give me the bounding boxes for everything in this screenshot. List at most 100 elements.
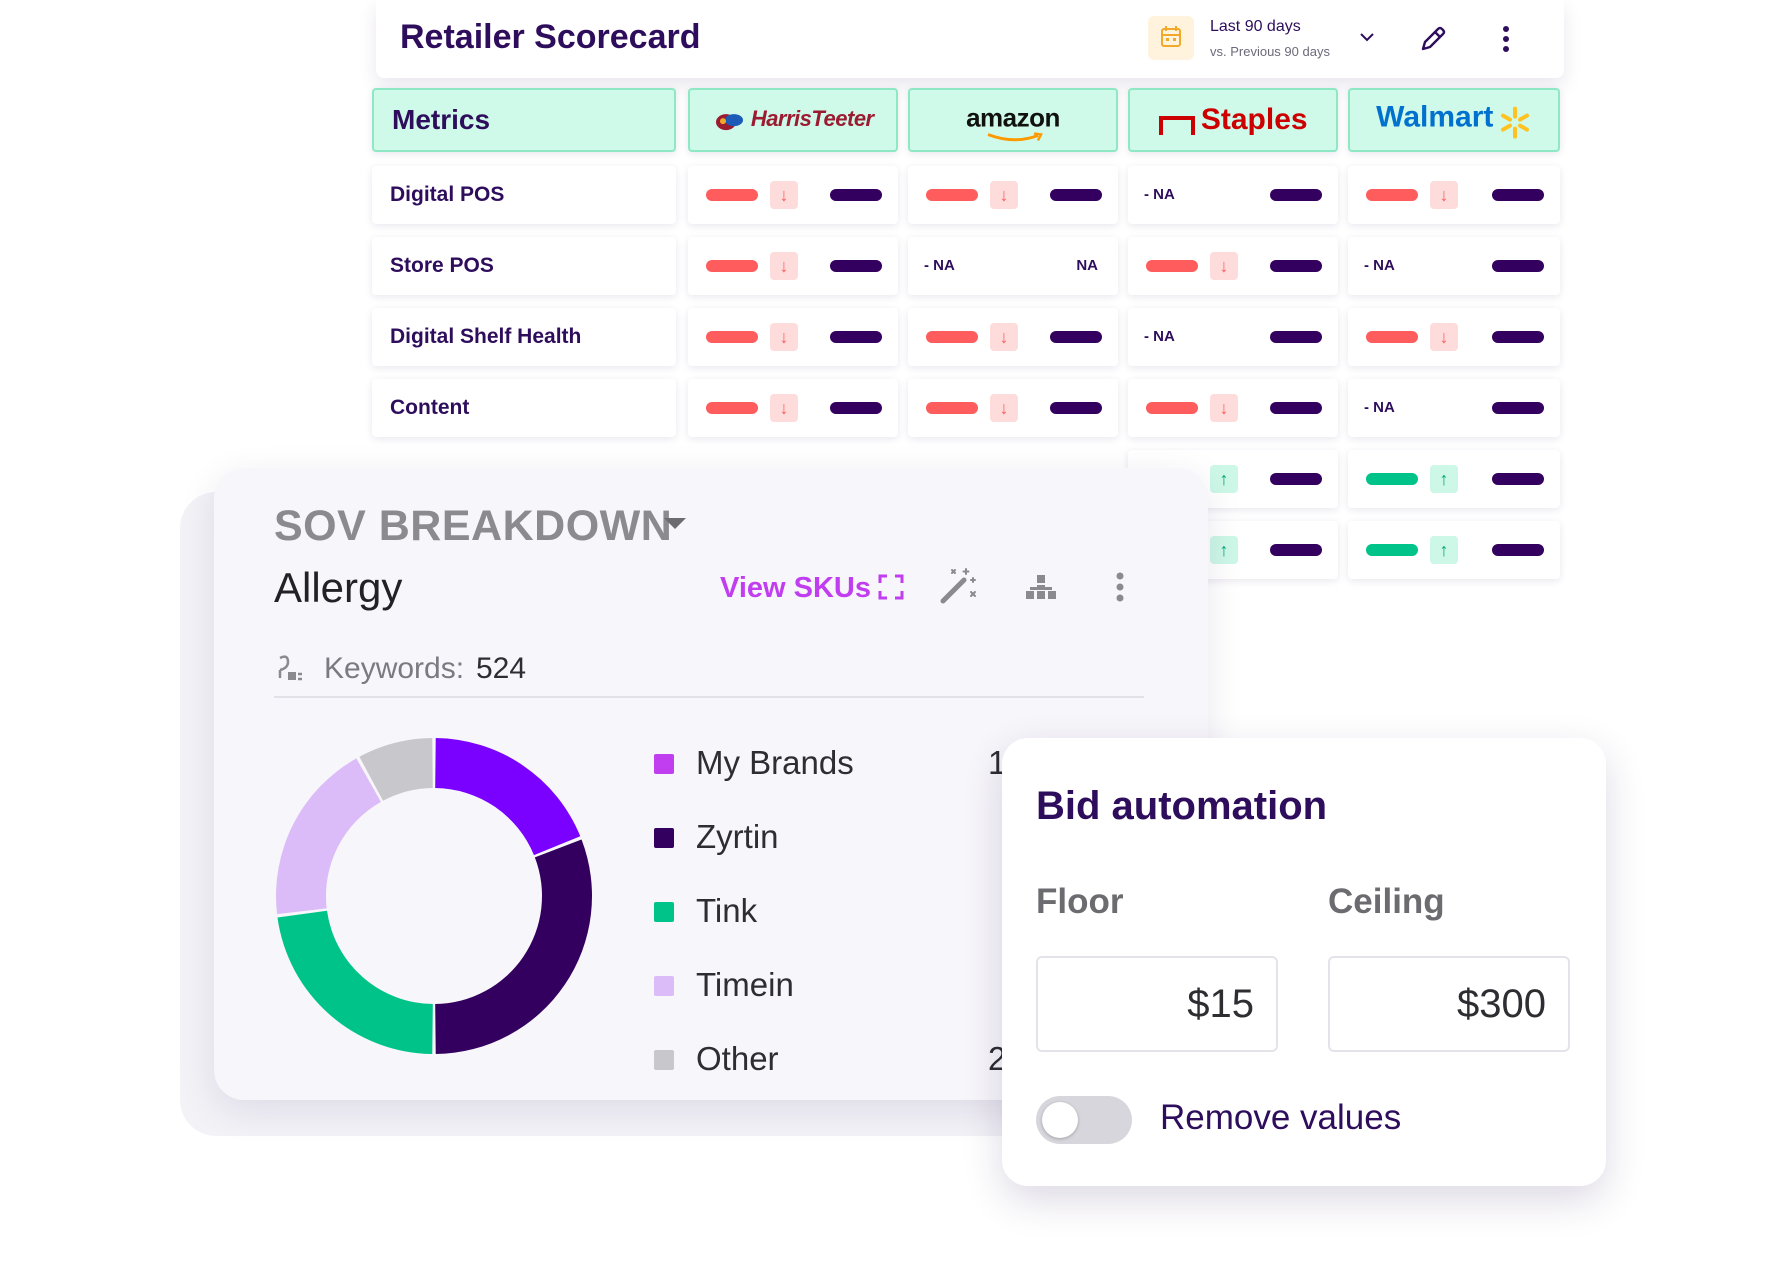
value-bar bbox=[1270, 260, 1322, 272]
date-range-comparison: vs. Previous 90 days bbox=[1210, 44, 1330, 59]
retailer-header-amazon[interactable]: amazon bbox=[908, 88, 1118, 152]
keywords-icon bbox=[274, 652, 306, 684]
metric-row-label[interactable]: Digital Shelf Health bbox=[372, 308, 676, 366]
keywords-label: Keywords: bbox=[324, 652, 465, 685]
trend-bar bbox=[926, 331, 978, 343]
score-cell[interactable]: - NA bbox=[1348, 379, 1560, 437]
more-vertical-icon[interactable] bbox=[1498, 22, 1514, 56]
remove-values-toggle[interactable] bbox=[1036, 1096, 1132, 1144]
trend-bar bbox=[706, 189, 758, 201]
score-cell[interactable]: ↓ bbox=[1348, 308, 1560, 366]
value-bar bbox=[830, 189, 882, 201]
floor-input[interactable] bbox=[1036, 956, 1278, 1052]
more-vertical-icon[interactable] bbox=[1114, 570, 1126, 604]
legend-label: Tink bbox=[696, 892, 758, 929]
view-skus-link[interactable]: View SKUs bbox=[720, 572, 871, 605]
value-bar bbox=[830, 402, 882, 414]
trend-bar bbox=[1146, 402, 1198, 414]
walmart-logo: Walmart bbox=[1350, 101, 1558, 140]
bid-automation-card: Bid automation Floor Ceiling Remove valu… bbox=[1002, 738, 1606, 1186]
calendar-icon[interactable] bbox=[1148, 16, 1194, 60]
metric-name: Digital POS bbox=[390, 183, 505, 206]
na-value: - NA bbox=[924, 257, 955, 274]
value-bar bbox=[1492, 544, 1544, 556]
na-value: NA bbox=[1076, 257, 1098, 274]
legend-label: Timein bbox=[696, 966, 794, 1003]
score-cell[interactable]: ↓ bbox=[1128, 379, 1338, 437]
arrow-down-icon: ↓ bbox=[770, 181, 798, 209]
trend-bar bbox=[706, 331, 758, 343]
retailer-header-harris-teeter[interactable]: HarrisTeeter bbox=[688, 88, 898, 152]
caret-down-icon[interactable] bbox=[664, 518, 686, 529]
score-cell[interactable]: ↓ bbox=[908, 308, 1118, 366]
legend-swatch bbox=[654, 828, 674, 848]
score-cell[interactable]: - NA bbox=[1348, 237, 1560, 295]
legend-label: Zyrtin bbox=[696, 818, 779, 855]
score-cell[interactable]: - NA bbox=[1128, 166, 1338, 224]
scorecard-title: Retailer Scorecard bbox=[400, 18, 701, 56]
magic-wand-icon[interactable] bbox=[938, 566, 978, 606]
donut-slice-tink[interactable] bbox=[277, 910, 433, 1054]
date-range-primary[interactable]: Last 90 days bbox=[1210, 18, 1301, 36]
arrow-down-icon: ↓ bbox=[990, 323, 1018, 351]
arrow-up-icon: ↑ bbox=[1430, 465, 1458, 493]
trend-bar bbox=[1366, 189, 1418, 201]
score-cell[interactable]: ↓ bbox=[1348, 166, 1560, 224]
donut-slice-my-brands[interactable] bbox=[435, 738, 581, 856]
legend-label: My Brands bbox=[696, 744, 854, 781]
trend-bar bbox=[706, 260, 758, 272]
score-cell[interactable]: ↓ bbox=[688, 166, 898, 224]
score-cell[interactable]: ↓ bbox=[688, 308, 898, 366]
donut-slice-timein[interactable] bbox=[276, 758, 381, 915]
trend-bar bbox=[1366, 544, 1418, 556]
value-bar bbox=[1492, 473, 1544, 485]
metric-name: Content bbox=[390, 396, 470, 419]
metric-name: Digital Shelf Health bbox=[390, 325, 582, 348]
score-cell[interactable]: ↑ bbox=[1348, 521, 1560, 579]
toggle-knob bbox=[1042, 1102, 1078, 1138]
value-bar bbox=[1270, 473, 1322, 485]
legend-label: Other bbox=[696, 1040, 779, 1077]
value-bar bbox=[1492, 189, 1544, 201]
metric-row-label[interactable]: Digital POS bbox=[372, 166, 676, 224]
score-cell[interactable]: ↓ bbox=[1128, 237, 1338, 295]
arrow-up-icon: ↑ bbox=[1210, 536, 1238, 564]
score-cell[interactable]: ↓ bbox=[688, 379, 898, 437]
score-cell[interactable]: ↑ bbox=[1348, 450, 1560, 508]
sov-title[interactable]: SOV BREAKDOWN bbox=[274, 502, 672, 551]
retailer-header-staples[interactable]: Staples bbox=[1128, 88, 1338, 152]
trend-bar bbox=[926, 189, 978, 201]
arrow-down-icon: ↓ bbox=[1210, 252, 1238, 280]
ceiling-input[interactable] bbox=[1328, 956, 1570, 1052]
pencil-icon[interactable] bbox=[1416, 22, 1450, 56]
value-bar bbox=[1270, 544, 1322, 556]
metric-row-label[interactable]: Content bbox=[372, 379, 676, 437]
score-cell[interactable]: - NA NA bbox=[908, 237, 1118, 295]
metrics-header-label: Metrics bbox=[392, 104, 491, 135]
score-cell[interactable]: ↓ bbox=[908, 166, 1118, 224]
retailer-header-walmart[interactable]: Walmart bbox=[1348, 88, 1560, 152]
sov-category: Allergy bbox=[274, 564, 403, 611]
legend-swatch bbox=[654, 1050, 674, 1070]
value-bar bbox=[1050, 189, 1102, 201]
chevron-down-icon[interactable] bbox=[1358, 28, 1376, 46]
value-bar bbox=[1492, 331, 1544, 343]
arrow-up-icon: ↑ bbox=[1430, 536, 1458, 564]
hierarchy-icon[interactable] bbox=[1024, 570, 1058, 604]
arrow-down-icon: ↓ bbox=[1430, 181, 1458, 209]
score-cell[interactable]: ↓ bbox=[688, 237, 898, 295]
harris-teeter-logo-icon bbox=[716, 113, 744, 130]
staples-logo: Staples bbox=[1130, 103, 1336, 137]
metric-row-label[interactable]: Store POS bbox=[372, 237, 676, 295]
donut-slice-zyrtin[interactable] bbox=[435, 839, 592, 1054]
na-value: - NA bbox=[1144, 186, 1175, 203]
score-cell[interactable]: - NA bbox=[1128, 308, 1338, 366]
harris-teeter-logo: HarrisTeeter bbox=[690, 106, 896, 134]
sov-donut-chart bbox=[276, 738, 592, 1054]
score-cell[interactable]: ↓ bbox=[908, 379, 1118, 437]
expand-icon[interactable] bbox=[878, 574, 904, 600]
value-bar bbox=[1270, 189, 1322, 201]
legend-swatch bbox=[654, 902, 674, 922]
bid-title: Bid automation bbox=[1036, 784, 1328, 828]
remove-values-label: Remove values bbox=[1160, 1098, 1402, 1137]
